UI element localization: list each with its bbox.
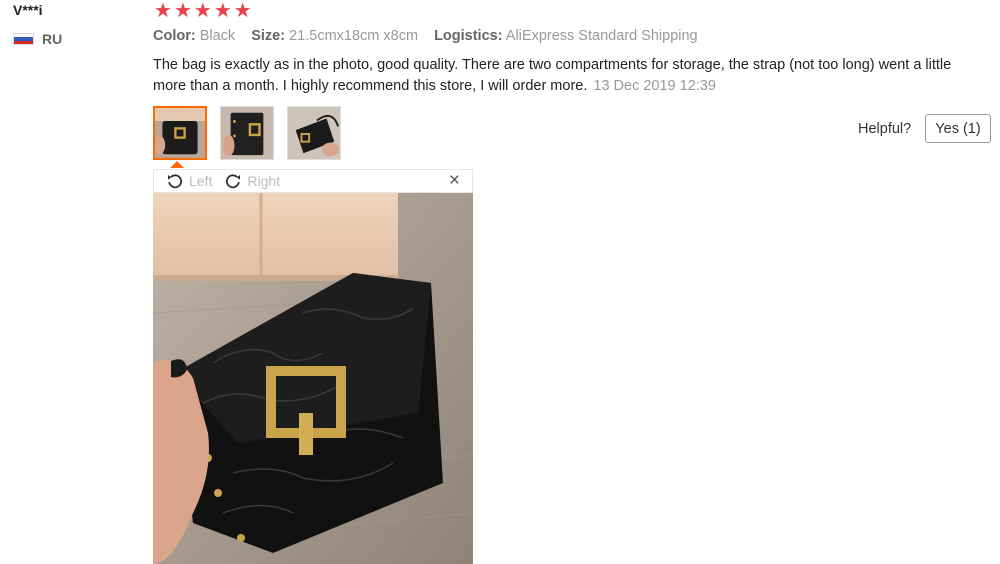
review-body: The bag is exactly as in the photo, good… — [153, 55, 973, 97]
star-icon: ★ — [173, 0, 192, 22]
star-icon: ★ — [233, 0, 252, 22]
logistics-label: Logistics: — [434, 28, 503, 44]
review-date: 13 Dec 2019 12:39 — [593, 78, 716, 94]
thumbnail-photo-3[interactable] — [287, 106, 341, 160]
order-meta: Color: Black Size: 21.5cmx18cm x8cm Logi… — [153, 28, 710, 44]
reviewer-name: V***i — [13, 2, 43, 18]
bag-photo-thumbnail-image — [155, 108, 205, 158]
rotate-right-icon — [226, 174, 241, 189]
rotate-left-label: Left — [189, 173, 213, 189]
color-value: Black — [199, 28, 236, 44]
color-label: Color: — [153, 28, 196, 44]
bag-photo-thumbnail-image — [288, 107, 340, 159]
rotate-right-label: Right — [247, 173, 281, 189]
reviewer-country: RU — [13, 31, 62, 47]
size-value: 21.5cmx18cm x8cm — [289, 28, 419, 44]
star-icon: ★ — [193, 0, 212, 22]
black-crossbody-bag-photo — [153, 193, 473, 564]
country-code: RU — [42, 31, 63, 47]
russia-flag-icon — [13, 33, 34, 45]
helpful-yes-button[interactable]: Yes (1) — [925, 114, 991, 143]
logistics-value: AliExpress Standard Shipping — [505, 28, 698, 44]
star-rating: ★ ★ ★ ★ ★ — [154, 0, 252, 22]
bag-photo-thumbnail-image — [221, 107, 273, 159]
thumbnail-selection-pointer — [170, 161, 184, 168]
thumbnail-photo-1[interactable] — [153, 106, 207, 160]
close-icon[interactable]: × — [449, 171, 460, 191]
review-photo-thumbnails — [153, 106, 341, 160]
star-icon: ★ — [213, 0, 232, 22]
size-label: Size: — [251, 28, 286, 44]
photo-viewer-toolbar: Left Right × — [153, 169, 473, 193]
review-photo-large — [153, 193, 473, 564]
rotate-left-button[interactable]: Left — [166, 172, 212, 190]
rotate-left-icon — [168, 174, 183, 189]
helpful-label: Helpful? — [858, 121, 912, 137]
thumbnail-photo-2[interactable] — [220, 106, 274, 160]
rotate-right-button[interactable]: Right — [224, 172, 280, 190]
review-text: The bag is exactly as in the photo, good… — [153, 57, 952, 94]
star-icon: ★ — [154, 0, 172, 22]
